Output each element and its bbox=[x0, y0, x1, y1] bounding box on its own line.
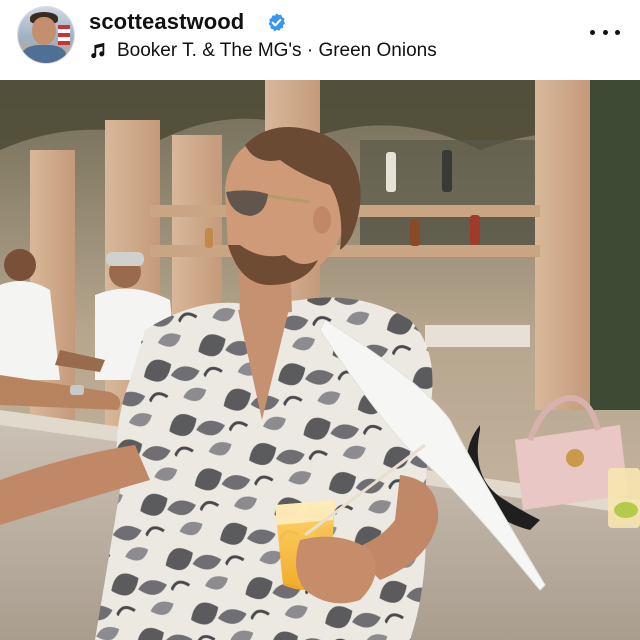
post-photo[interactable] bbox=[0, 80, 640, 640]
profile-avatar[interactable] bbox=[18, 7, 74, 63]
bartender-cap bbox=[106, 252, 144, 266]
more-dot bbox=[590, 29, 595, 35]
bottle bbox=[470, 215, 480, 245]
right-greenery bbox=[585, 80, 640, 410]
avatar-flag bbox=[58, 25, 70, 45]
more-options-icon[interactable] bbox=[590, 22, 620, 42]
more-dot bbox=[615, 29, 620, 35]
music-note-icon bbox=[91, 42, 105, 59]
drink-right bbox=[608, 468, 640, 528]
post-photo-illustration bbox=[0, 80, 640, 640]
shelf-back bbox=[360, 217, 535, 245]
avatar-shirt bbox=[22, 45, 66, 63]
bartender-head bbox=[4, 249, 36, 281]
more-dot bbox=[602, 29, 608, 35]
verified-badge-icon bbox=[268, 13, 286, 32]
bottle bbox=[442, 150, 452, 192]
post-header: scotteastwood Booker T. & The MG's · Gre… bbox=[0, 0, 640, 80]
audio-track[interactable]: Booker T. & The MG's · Green Onions bbox=[89, 39, 437, 63]
glasses-tray bbox=[425, 325, 530, 347]
audio-track-label: Booker T. & The MG's · Green Onions bbox=[117, 40, 437, 61]
watch bbox=[70, 385, 84, 395]
bottle bbox=[386, 152, 396, 192]
username-link[interactable]: scotteastwood bbox=[89, 9, 244, 35]
bottle bbox=[410, 220, 420, 246]
wood-pillar-right bbox=[535, 80, 590, 410]
lime-slice bbox=[614, 502, 638, 518]
bottle bbox=[205, 228, 213, 248]
ear bbox=[313, 206, 331, 234]
instagram-post: scotteastwood Booker T. & The MG's · Gre… bbox=[0, 0, 640, 640]
handbag-logo bbox=[566, 449, 584, 467]
avatar-face bbox=[32, 17, 56, 45]
